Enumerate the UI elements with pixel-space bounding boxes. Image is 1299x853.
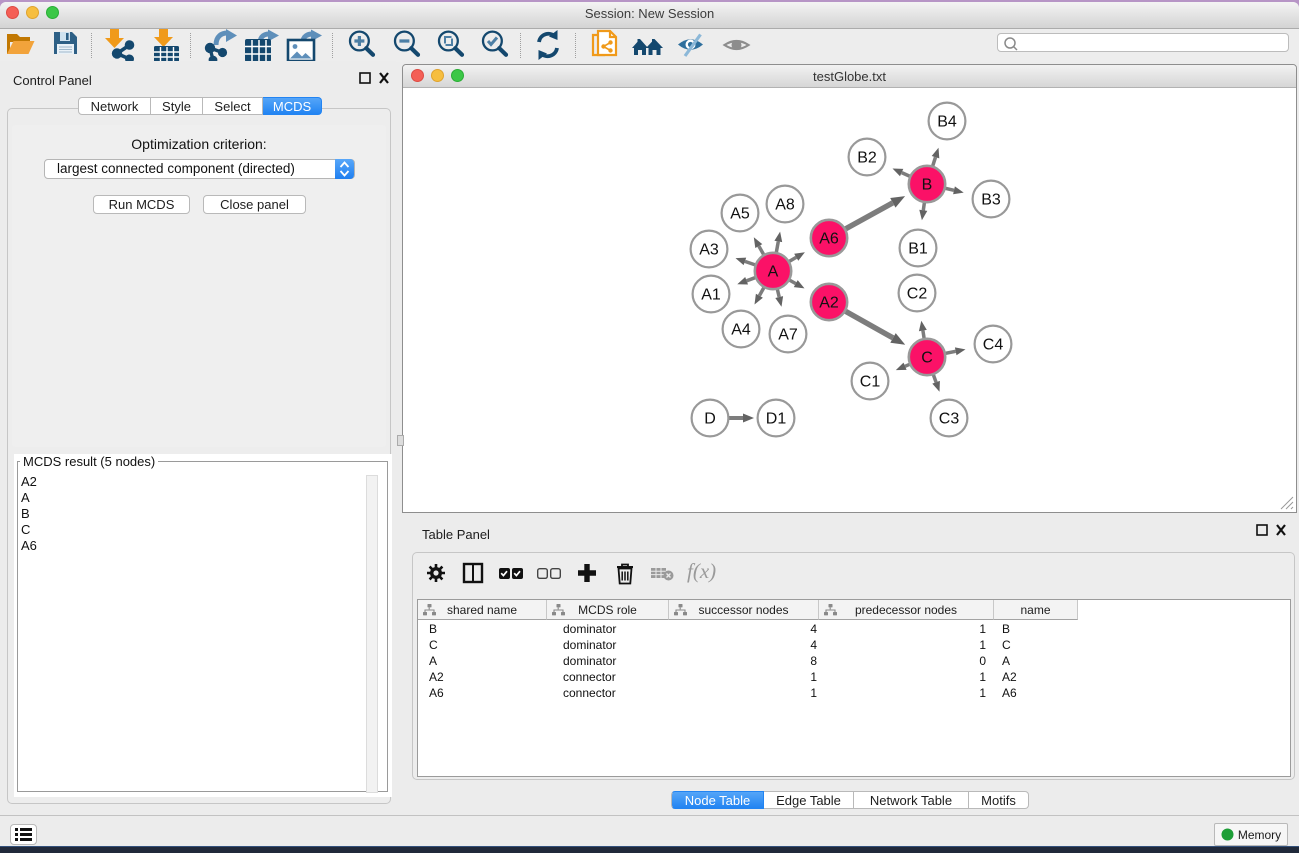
svg-text:B3: B3 [981, 192, 1001, 209]
svg-text:B4: B4 [937, 114, 957, 131]
svg-text:C: C [921, 350, 933, 367]
svg-text:C2: C2 [907, 286, 928, 303]
svg-text:C4: C4 [983, 337, 1004, 354]
svg-text:A4: A4 [731, 322, 751, 339]
svg-text:C1: C1 [860, 374, 881, 391]
svg-text:B: B [922, 177, 933, 194]
svg-text:A5: A5 [730, 206, 750, 223]
svg-text:D1: D1 [766, 411, 787, 428]
svg-text:B1: B1 [908, 241, 928, 258]
svg-text:A1: A1 [701, 287, 721, 304]
svg-text:B2: B2 [857, 150, 877, 167]
svg-text:D: D [704, 411, 716, 428]
svg-text:A6: A6 [819, 231, 839, 248]
svg-text:A7: A7 [778, 327, 798, 344]
svg-text:A2: A2 [819, 295, 839, 312]
svg-text:C3: C3 [939, 411, 960, 428]
svg-text:A: A [768, 264, 779, 281]
svg-text:A8: A8 [775, 197, 795, 214]
svg-text:A3: A3 [699, 242, 719, 259]
